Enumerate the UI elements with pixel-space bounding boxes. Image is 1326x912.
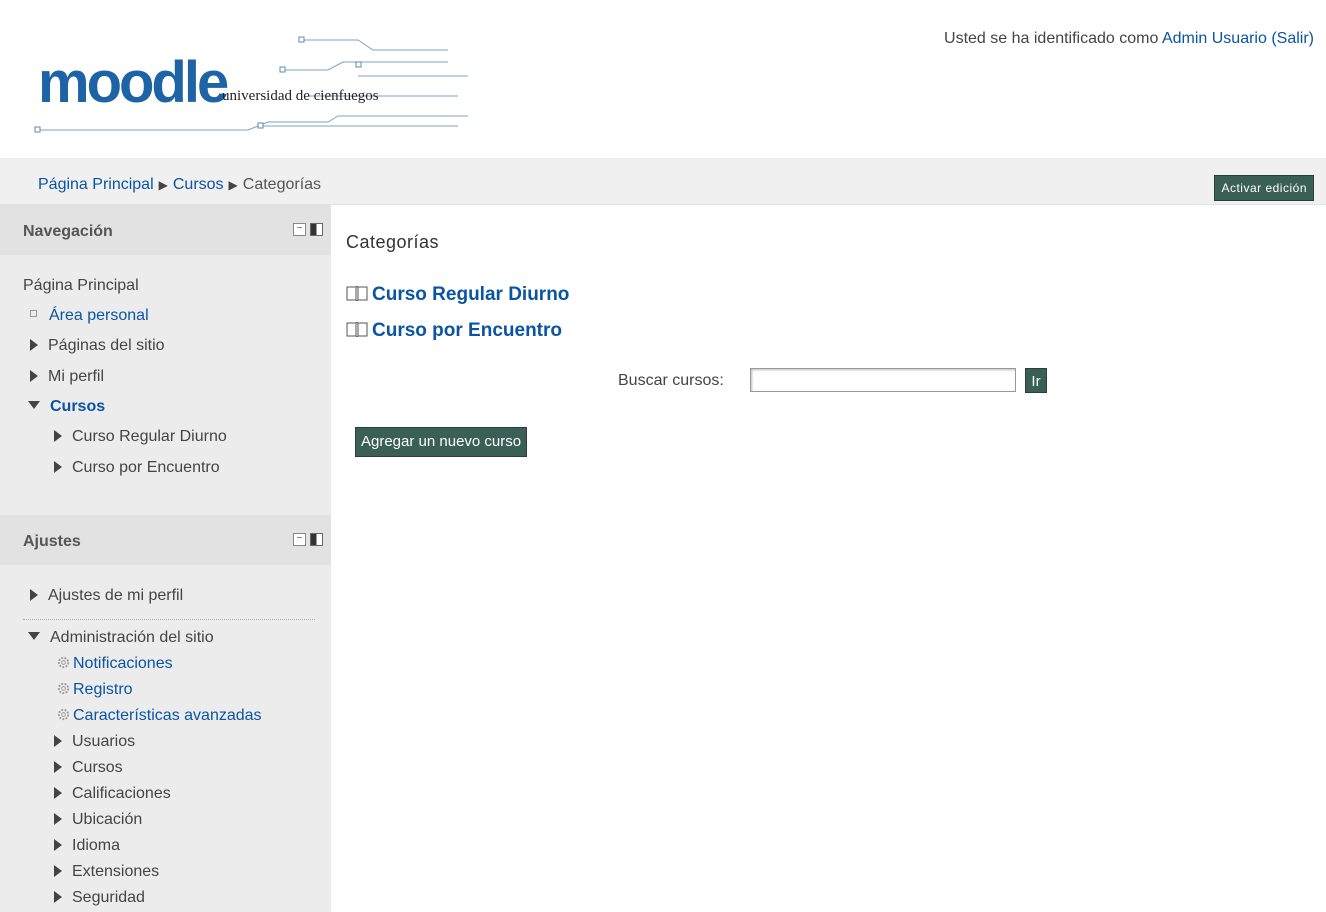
- minus-box-icon[interactable]: −: [293, 223, 306, 236]
- nav-item-label[interactable]: Cursos: [50, 398, 105, 415]
- nav-item-regular-course[interactable]: Curso Regular Diurno: [54, 428, 227, 446]
- collapse-arrow-icon: [28, 632, 40, 640]
- expand-arrow-icon: [54, 891, 62, 903]
- search-courses-input[interactable]: [750, 368, 1016, 392]
- dock-icon[interactable]: [310, 223, 323, 236]
- settings-block-header: Ajustes −: [0, 515, 331, 565]
- nav-item-dashboard[interactable]: Área personal: [30, 307, 149, 325]
- expand-arrow-icon: [54, 787, 62, 799]
- expand-arrow-icon: [54, 430, 62, 442]
- expand-arrow-icon: [54, 839, 62, 851]
- settings-item-label[interactable]: Notificaciones: [73, 655, 173, 672]
- settings-item-log[interactable]: Registro: [56, 681, 133, 699]
- settings-item-label: Seguridad: [72, 889, 145, 906]
- gear-icon: [57, 656, 70, 669]
- gear-icon: [57, 708, 70, 721]
- expand-arrow-icon: [54, 865, 62, 877]
- settings-item-label: Administración del sitio: [50, 629, 214, 646]
- expand-arrow-icon: [54, 813, 62, 825]
- settings-item-security[interactable]: Seguridad: [54, 889, 145, 907]
- nav-item-label: Páginas del sitio: [48, 337, 165, 354]
- minus-box-icon[interactable]: −: [293, 533, 306, 546]
- category-link[interactable]: Curso Regular Diurno: [372, 284, 569, 305]
- nav-item-label: Curso por Encuentro: [72, 459, 220, 476]
- enable-editing-button[interactable]: Activar edición: [1214, 175, 1314, 201]
- block-controls: −: [293, 223, 323, 236]
- nav-home-link[interactable]: Página Principal: [23, 277, 139, 295]
- navigation-block: Navegación − Página Principal Área perso…: [0, 205, 331, 505]
- settings-item-users[interactable]: Usuarios: [54, 733, 135, 751]
- settings-item-label[interactable]: Registro: [73, 681, 133, 698]
- breadcrumb: Página Principal ▶ Cursos ▶ Categorías: [38, 176, 321, 194]
- settings-item-site-admin[interactable]: Administración del sitio: [28, 629, 214, 647]
- nav-item-site-pages[interactable]: Páginas del sitio: [30, 337, 165, 355]
- navbar: Página Principal ▶ Cursos ▶ Categorías: [0, 158, 1326, 205]
- logout-link[interactable]: (Salir): [1271, 30, 1314, 47]
- nav-item-label[interactable]: Área personal: [49, 307, 149, 324]
- block-controls: −: [293, 533, 323, 546]
- navigation-block-header: Navegación −: [0, 205, 331, 255]
- search-go-button[interactable]: Ir: [1025, 368, 1047, 393]
- category-item[interactable]: Curso Regular Diurno: [346, 284, 569, 306]
- page-header: moodle universidad de cienfuegos Usted s…: [0, 0, 1326, 158]
- settings-item-label[interactable]: Características avanzadas: [73, 707, 262, 724]
- book-icon: [346, 286, 368, 301]
- bullet-icon: [30, 310, 37, 317]
- settings-item-label: Cursos: [72, 759, 123, 776]
- expand-arrow-icon: [30, 589, 38, 601]
- expand-arrow-icon: [54, 735, 62, 747]
- divider: [23, 619, 315, 620]
- settings-item-label: Calificaciones: [72, 785, 171, 802]
- login-info: Usted se ha identificado como Admin Usua…: [944, 30, 1314, 48]
- breadcrumb-separator-icon: ▶: [158, 178, 168, 192]
- settings-item-label: Usuarios: [72, 733, 136, 750]
- nav-item-label: Curso Regular Diurno: [72, 428, 227, 445]
- book-icon: [346, 322, 368, 337]
- nav-item-meeting-course[interactable]: Curso por Encuentro: [54, 459, 220, 477]
- logo-subtitle: universidad de cienfuegos: [222, 88, 379, 104]
- expand-arrow-icon: [30, 370, 38, 382]
- dock-icon[interactable]: [310, 533, 323, 546]
- settings-item-courses[interactable]: Cursos: [54, 759, 123, 777]
- settings-block-title: Ajustes: [23, 533, 81, 550]
- category-link[interactable]: Curso por Encuentro: [372, 320, 562, 341]
- nav-item-label: Mi perfil: [48, 368, 105, 385]
- settings-item-plugins[interactable]: Extensiones: [54, 863, 159, 881]
- nav-item-my-profile[interactable]: Mi perfil: [30, 368, 104, 386]
- site-logo[interactable]: moodle universidad de cienfuegos: [28, 26, 488, 151]
- expand-arrow-icon: [54, 761, 62, 773]
- navigation-block-title: Navegación: [23, 223, 113, 240]
- settings-item-label: Idioma: [72, 837, 121, 854]
- gear-icon: [57, 682, 70, 695]
- settings-item-notifications[interactable]: Notificaciones: [56, 655, 173, 673]
- settings-item-location[interactable]: Ubicación: [54, 811, 142, 829]
- settings-item-advanced[interactable]: Características avanzadas: [56, 707, 262, 725]
- settings-item-label: Ubicación: [72, 811, 143, 828]
- breadcrumb-courses[interactable]: Cursos: [173, 176, 224, 193]
- sidebar: Navegación − Página Principal Área perso…: [0, 205, 331, 912]
- breadcrumb-separator-icon: ▶: [228, 178, 238, 192]
- page-title: Categorías: [346, 232, 440, 252]
- expand-arrow-icon: [54, 461, 62, 473]
- login-text: Usted se ha identificado como: [944, 30, 1159, 47]
- settings-item-label: Ajustes de mi perfil: [48, 587, 184, 604]
- breadcrumb-home[interactable]: Página Principal: [38, 176, 154, 193]
- logo-wordmark: moodle: [38, 50, 229, 115]
- settings-item-language[interactable]: Idioma: [54, 837, 120, 855]
- breadcrumb-current: Categorías: [242, 176, 322, 193]
- search-courses-label: Buscar cursos:: [618, 372, 724, 389]
- category-item[interactable]: Curso por Encuentro: [346, 320, 562, 342]
- user-profile-link[interactable]: Admin Usuario: [1162, 30, 1267, 47]
- settings-item-label: Extensiones: [72, 863, 160, 880]
- expand-arrow-icon: [30, 339, 38, 351]
- settings-item-profile[interactable]: Ajustes de mi perfil: [30, 587, 183, 605]
- add-new-course-button[interactable]: Agregar un nuevo curso: [355, 427, 528, 457]
- nav-item-courses[interactable]: Cursos: [28, 398, 105, 416]
- collapse-arrow-icon: [28, 401, 40, 409]
- settings-item-grades[interactable]: Calificaciones: [54, 785, 171, 803]
- settings-block: Ajustes − Ajustes de mi perfil Administr…: [0, 515, 331, 912]
